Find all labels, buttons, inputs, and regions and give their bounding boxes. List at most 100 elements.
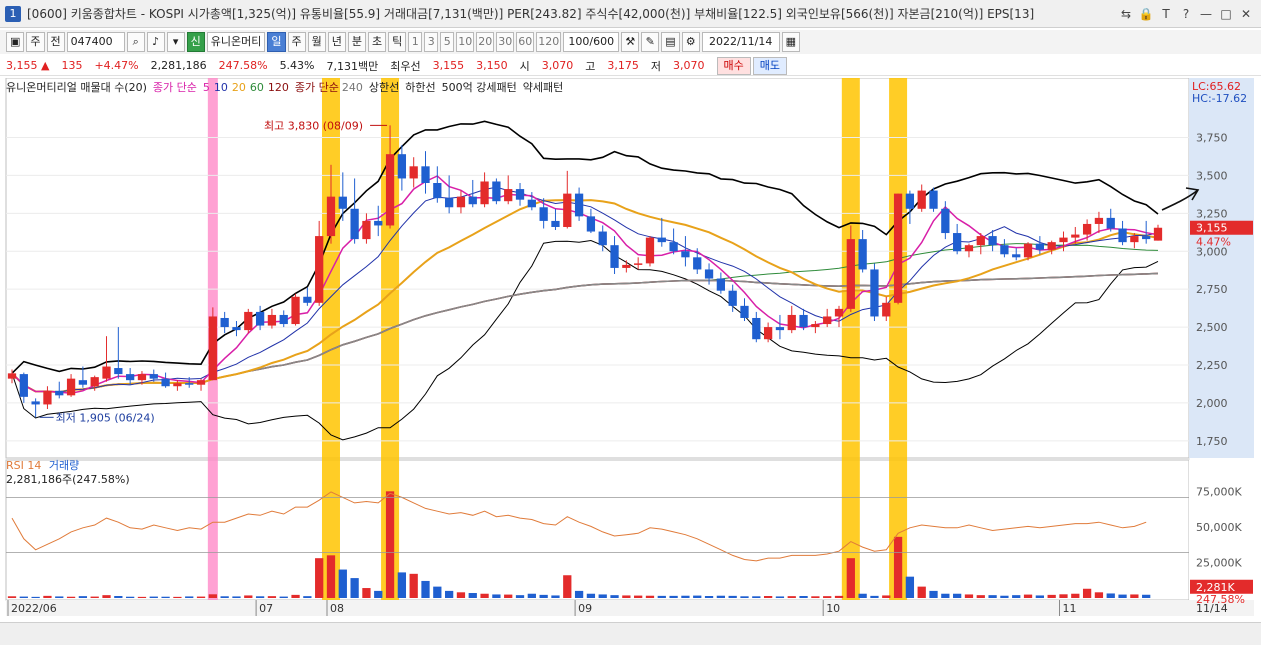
volume-bar-96 xyxy=(1142,594,1151,598)
volume-bar-80 xyxy=(953,593,962,598)
ma120-label: 120 xyxy=(267,80,289,94)
tab-month[interactable]: 월 xyxy=(307,32,326,52)
candle-body-5 xyxy=(66,378,76,396)
swap-icon[interactable]: ⇆ xyxy=(1117,5,1135,23)
volume-bar-45 xyxy=(539,594,548,598)
candle-body-22 xyxy=(267,314,277,326)
volume-bar-24 xyxy=(291,594,300,598)
save-icon[interactable]: ▤ xyxy=(661,32,680,52)
display-count-input[interactable]: 100/600 xyxy=(563,32,620,52)
prev-button[interactable]: 전 xyxy=(46,32,65,52)
volume-tick-1: 50,000K xyxy=(1196,521,1242,534)
candle-body-48 xyxy=(574,193,584,217)
candle-body-60 xyxy=(716,278,726,291)
period-select[interactable]: 주 xyxy=(26,32,45,52)
lock-icon[interactable]: 🔒 xyxy=(1137,5,1155,23)
time-tick-3: 09 xyxy=(578,602,592,615)
date-input[interactable]: 2022/11/14 xyxy=(701,32,780,52)
scroll-bar[interactable] xyxy=(0,622,1261,645)
stock-code-input[interactable]: 047400 xyxy=(66,32,125,52)
draw-icon[interactable]: ✎ xyxy=(641,32,660,52)
volume-bar-51 xyxy=(610,595,619,598)
minute-10[interactable]: 10 xyxy=(456,32,475,52)
best-label: 최우선 xyxy=(390,59,421,73)
turnover: 5.43% xyxy=(279,59,315,72)
price-tick-8: 1,750 xyxy=(1196,435,1228,448)
credit-badge: 신 xyxy=(186,32,205,52)
tab-day[interactable]: 일 xyxy=(267,32,286,52)
current-volume-pct-label: 247.58% xyxy=(1196,593,1245,606)
candle-body-26 xyxy=(315,236,324,303)
tab-year[interactable]: 년 xyxy=(327,32,346,52)
volume-tick-2: 25,000K xyxy=(1196,556,1242,569)
minute-5[interactable]: 5 xyxy=(440,32,455,52)
volume-bar-63 xyxy=(752,596,761,598)
current-price: 3,155 ▲ xyxy=(6,59,50,72)
minimize-icon[interactable]: — xyxy=(1197,5,1215,23)
candle-body-8 xyxy=(102,366,111,379)
volume-bar-69 xyxy=(823,596,832,598)
calendar-icon[interactable]: ▦ xyxy=(781,32,801,52)
best-ask: 3,155 xyxy=(432,59,465,72)
open-price: 3,070 xyxy=(541,59,574,72)
chevron-down-icon[interactable]: ▾ xyxy=(166,32,185,52)
minute-30[interactable]: 30 xyxy=(496,32,515,52)
search-icon[interactable]: ⌕ xyxy=(126,32,145,52)
candle-body-41 xyxy=(492,181,501,202)
volume-bar-71 xyxy=(846,558,855,598)
volume-bar-16 xyxy=(196,596,206,598)
candle-body-92 xyxy=(1094,217,1104,224)
gear-icon[interactable]: ⚙ xyxy=(681,32,700,52)
tab-minute[interactable]: 분 xyxy=(347,32,367,52)
candle-body-47 xyxy=(563,193,572,227)
price-chart[interactable]: 3,7503,5003,2503,0002,7502,5002,2502,000… xyxy=(0,78,1261,622)
volume-bar-83 xyxy=(988,595,997,598)
volume-bar-82 xyxy=(976,595,985,598)
help-icon[interactable]: ? xyxy=(1177,5,1195,23)
volume-bar-58 xyxy=(693,595,702,598)
minute-20[interactable]: 20 xyxy=(476,32,495,52)
candle-body-19 xyxy=(232,327,241,331)
candle-body-6 xyxy=(78,380,88,385)
volume-bar-77 xyxy=(917,586,926,598)
candle-body-4 xyxy=(55,390,64,396)
upper-band-label: 상한선 xyxy=(368,81,400,94)
volume-bar-12 xyxy=(149,596,158,598)
minute-60[interactable]: 60 xyxy=(516,32,535,52)
minute-1[interactable]: 1 xyxy=(408,32,423,52)
close-icon[interactable]: ✕ xyxy=(1237,5,1255,23)
chart-setting-icon[interactable]: ▣ xyxy=(6,32,25,52)
tab-second[interactable]: 초 xyxy=(368,32,387,52)
candle-body-30 xyxy=(362,220,371,240)
app-icon: 1 xyxy=(5,5,21,22)
maximize-icon[interactable]: □ xyxy=(1217,5,1235,23)
price-tick-7: 2,000 xyxy=(1196,397,1228,410)
candle-body-83 xyxy=(988,236,997,246)
minute-120[interactable]: 120 xyxy=(536,32,562,52)
tab-week[interactable]: 주 xyxy=(287,32,306,52)
low-price: 3,070 xyxy=(673,59,705,72)
tab-tick[interactable]: 틱 xyxy=(388,32,407,52)
buy-button[interactable]: 매수 xyxy=(716,56,751,75)
volume-bar-18 xyxy=(220,596,229,598)
candle-body-50 xyxy=(598,231,607,246)
sell-button[interactable]: 매도 xyxy=(752,56,787,75)
sound-icon[interactable]: ♪ xyxy=(146,32,165,52)
candle-body-44 xyxy=(527,199,536,208)
volume-bar-73 xyxy=(870,595,879,598)
font-icon[interactable]: T xyxy=(1157,5,1175,23)
candle-body-85 xyxy=(1012,254,1021,258)
price-tick-6: 2,250 xyxy=(1196,359,1228,372)
time-tick-2: 08 xyxy=(330,602,344,615)
indicator-icon[interactable]: ⚒ xyxy=(621,32,640,52)
volume-bar-1 xyxy=(19,596,28,598)
minute-3[interactable]: 3 xyxy=(424,32,439,52)
candle-body-38 xyxy=(456,196,466,208)
candle-body-17 xyxy=(208,316,217,381)
volume-bar-13 xyxy=(161,596,170,598)
volume-bar-86 xyxy=(1023,594,1033,598)
highlight-column-2 xyxy=(841,78,860,600)
volume-value: 2,281,186주(247.58%) xyxy=(6,473,130,486)
candle-body-53 xyxy=(634,263,643,265)
volume-bar-48 xyxy=(574,590,584,598)
